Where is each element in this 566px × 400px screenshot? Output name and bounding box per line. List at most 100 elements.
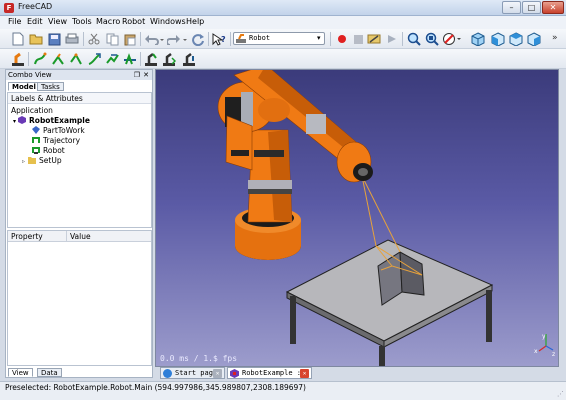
- document-icon: [18, 116, 27, 124]
- window-title: FreeCAD: [18, 2, 53, 11]
- toolbar-overflow-icon[interactable]: »: [552, 33, 558, 43]
- whats-this-icon[interactable]: ?: [211, 31, 227, 47]
- workbench-select[interactable]: Robot ▾: [233, 32, 325, 45]
- robot-workbench-icon: [236, 34, 246, 43]
- undo-icon[interactable]: [143, 31, 165, 47]
- 3d-viewport[interactable]: y x z: [155, 69, 559, 367]
- view-top-icon[interactable]: [508, 31, 524, 47]
- trajectory-compound-icon[interactable]: [104, 51, 120, 67]
- tree-item-parttowork[interactable]: PartToWork: [8, 126, 151, 136]
- main-toolbar: ? Robot ▾ »: [0, 29, 566, 49]
- refresh-icon[interactable]: [190, 31, 206, 47]
- waypoint-add-icon[interactable]: [50, 51, 66, 67]
- tree-item-setup[interactable]: ▹ SetUp: [8, 156, 151, 166]
- undock-icon[interactable]: ❐: [134, 70, 140, 80]
- menu-bar: File Edit View Tools Macro Robot Windows…: [0, 16, 566, 29]
- freecad-logo-icon: F: [4, 3, 14, 13]
- tree-item-label: PartToWork: [43, 126, 85, 135]
- property-column-header: Property: [11, 232, 43, 241]
- expand-arrow-icon[interactable]: ▾: [13, 118, 16, 125]
- property-view: Property Value: [7, 230, 152, 366]
- maximize-button[interactable]: □: [522, 1, 541, 14]
- robot-restore-icon[interactable]: [181, 51, 197, 67]
- status-bar: Preselected: RobotExample.Robot.Main (59…: [0, 381, 566, 400]
- svg-text:x: x: [534, 348, 538, 355]
- save-icon[interactable]: [46, 31, 62, 47]
- view-front-icon[interactable]: [490, 31, 506, 47]
- toolbar-separator: [28, 52, 29, 66]
- workbench-select-value: Robot: [249, 34, 271, 42]
- menu-view[interactable]: View: [48, 17, 67, 26]
- tree-item-label: SetUp: [39, 156, 62, 165]
- macro-record-icon[interactable]: [334, 31, 350, 47]
- tab-view[interactable]: View: [8, 368, 33, 377]
- tree-view: Labels & Attributes Application ▾ RobotEx…: [7, 92, 152, 228]
- minimize-button[interactable]: –: [502, 1, 521, 14]
- new-icon[interactable]: [10, 31, 26, 47]
- menu-windows[interactable]: Windows: [150, 17, 186, 26]
- part-icon: [32, 126, 40, 134]
- toolbar-separator: [140, 32, 141, 46]
- tab-start-page[interactable]: Start page ✕: [160, 367, 225, 379]
- tab-robotexample[interactable]: RobotExample : 1 ✕: [227, 367, 312, 379]
- toolbar-separator: [402, 32, 403, 46]
- paste-icon[interactable]: [122, 31, 138, 47]
- tree-item-label: Trajectory: [43, 136, 81, 145]
- combo-view-title: Combo View: [8, 71, 52, 79]
- menu-macro[interactable]: Macro: [96, 17, 120, 26]
- view-right-icon[interactable]: [526, 31, 542, 47]
- svg-text:y: y: [542, 333, 546, 340]
- robot-toolbar: [0, 49, 566, 69]
- tab-tasks[interactable]: Tasks: [37, 82, 64, 91]
- macro-stop-icon[interactable]: [350, 31, 366, 47]
- robot-export-icon[interactable]: [161, 51, 177, 67]
- fit-selection-icon[interactable]: [424, 31, 440, 47]
- tree-item-robotexample[interactable]: ▾ RobotExample: [8, 116, 151, 126]
- draw-style-icon[interactable]: [442, 31, 462, 47]
- trajectory-dress-icon[interactable]: [122, 51, 138, 67]
- close-panel-icon[interactable]: ✕: [143, 70, 149, 80]
- tree-item-application[interactable]: Application: [8, 106, 151, 116]
- macro-edit-icon[interactable]: [366, 31, 382, 47]
- svg-text:z: z: [552, 351, 555, 358]
- tree-item-trajectory[interactable]: Trajectory: [8, 136, 151, 146]
- close-button[interactable]: ✕: [542, 1, 564, 14]
- menu-tools[interactable]: Tools: [72, 17, 92, 26]
- close-tab-icon[interactable]: ✕: [213, 369, 222, 378]
- redo-icon[interactable]: [166, 31, 188, 47]
- trajectory-icon: [32, 136, 40, 144]
- tab-data[interactable]: Data: [37, 368, 62, 377]
- view-axonometric-icon[interactable]: [470, 31, 486, 47]
- fps-readout: 0.0 ms / 1.$ fps: [160, 354, 238, 363]
- resize-grip-icon[interactable]: ⋰: [557, 388, 564, 400]
- menu-edit[interactable]: Edit: [27, 17, 43, 26]
- robot-simulate-icon[interactable]: [143, 51, 159, 67]
- doc-tab-label: Start page: [175, 369, 218, 377]
- toolbar-separator: [330, 32, 331, 46]
- cut-icon[interactable]: [86, 31, 102, 47]
- close-tab-icon[interactable]: ✕: [300, 369, 309, 378]
- fit-all-icon[interactable]: [406, 31, 422, 47]
- combo-view-panel: Combo View ❐ ✕ Model Tasks Labels & Attr…: [5, 69, 153, 378]
- expand-arrow-icon[interactable]: ▹: [22, 158, 25, 165]
- trajectory-add-icon[interactable]: [32, 51, 48, 67]
- toolbar-separator: [230, 32, 231, 46]
- tree-item-robot[interactable]: Robot: [8, 146, 151, 156]
- robot-model: [217, 70, 373, 260]
- robot-create-icon[interactable]: [10, 51, 26, 67]
- copy-icon[interactable]: [104, 31, 120, 47]
- menu-help[interactable]: Help: [186, 17, 204, 26]
- trajectory-edge-icon[interactable]: [86, 51, 102, 67]
- chevron-down-icon: ▾: [317, 34, 321, 42]
- print-icon[interactable]: [64, 31, 80, 47]
- waypoint-insert-icon[interactable]: [68, 51, 84, 67]
- tab-model[interactable]: Model: [8, 82, 40, 91]
- start-page-icon: [163, 369, 172, 378]
- macro-play-icon[interactable]: [384, 31, 400, 47]
- axis-cross-icon: y x z: [534, 333, 555, 358]
- toolbar-separator: [140, 52, 141, 66]
- open-icon[interactable]: [28, 31, 44, 47]
- menu-file[interactable]: File: [8, 17, 21, 26]
- menu-robot[interactable]: Robot: [122, 17, 145, 26]
- robot-icon: [32, 146, 40, 154]
